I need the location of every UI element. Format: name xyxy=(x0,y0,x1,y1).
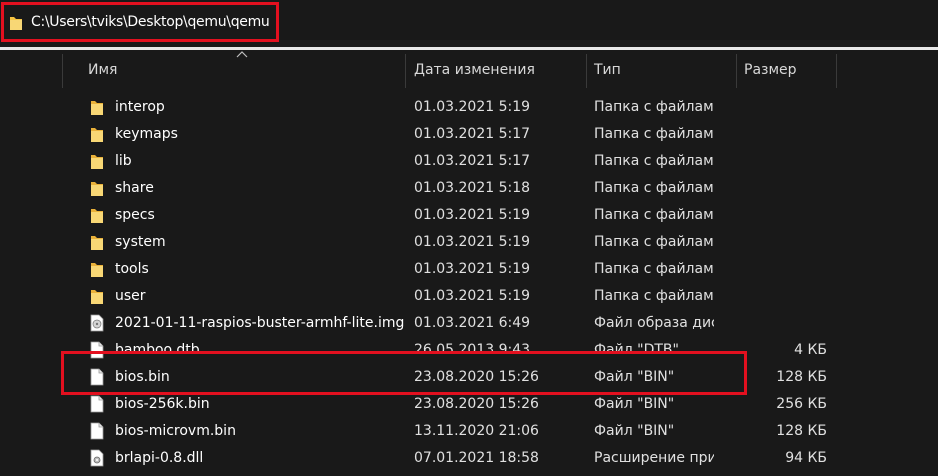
column-separator[interactable] xyxy=(405,54,406,88)
file-date: 01.03.2021 5:18 xyxy=(414,180,531,196)
file-type: Папка с файлами xyxy=(594,99,714,115)
file-name: share xyxy=(115,180,154,196)
file-date: 23.08.2020 15:26 xyxy=(414,396,539,412)
file-size: 256 КБ xyxy=(776,396,827,412)
file-type: Файл "BIN" xyxy=(594,423,675,439)
folder-icon xyxy=(90,260,104,282)
file-name: bios-microvm.bin xyxy=(115,423,236,439)
file-row[interactable]: lib 01.03.2021 5:17 Папка с файлами xyxy=(62,148,938,175)
file-date: 01.03.2021 5:19 xyxy=(414,234,531,250)
column-header-name[interactable]: Имя xyxy=(88,62,117,78)
file-row[interactable]: interop 01.03.2021 5:19 Папка с файлами xyxy=(62,94,938,121)
column-separator[interactable] xyxy=(586,54,587,88)
row-highlight-box xyxy=(61,351,747,395)
address-highlight-box xyxy=(1,2,279,42)
disc-image-icon xyxy=(90,314,104,336)
column-header-size[interactable]: Размер xyxy=(744,62,797,78)
folder-icon xyxy=(90,152,104,174)
navigation-pane-edge xyxy=(0,50,62,476)
folder-icon xyxy=(90,287,104,309)
file-date: 01.03.2021 5:19 xyxy=(414,288,531,304)
file-row[interactable]: user 01.03.2021 5:19 Папка с файлами xyxy=(62,283,938,310)
file-name: user xyxy=(115,288,146,304)
file-name: system xyxy=(115,234,166,250)
file-row[interactable]: 2021-01-11-raspios-buster-armhf-lite.img… xyxy=(62,310,938,337)
column-header-row: Имя Дата изменения Тип Размер xyxy=(0,50,938,88)
file-name: brlapi-0.8.dll xyxy=(115,450,204,466)
file-type: Файл образа диска xyxy=(594,315,714,331)
file-type: Папка с файлами xyxy=(594,261,714,277)
file-type: Расширение при xyxy=(594,450,714,466)
file-list-pane: Имя Дата изменения Тип Размер interop 01.… xyxy=(0,50,938,476)
address-bar[interactable]: C:\Users\tviks\Desktop\qemu\qemu xyxy=(0,0,938,47)
file-name: 2021-01-11-raspios-buster-armhf-lite.img xyxy=(115,315,405,331)
file-name: interop xyxy=(115,99,165,115)
file-icon xyxy=(90,395,104,417)
column-separator[interactable] xyxy=(836,54,837,88)
file-type: Папка с файлами xyxy=(594,126,714,142)
file-date: 01.03.2021 6:49 xyxy=(414,315,531,331)
file-icon xyxy=(90,422,104,444)
folder-icon xyxy=(90,206,104,228)
file-date: 13.11.2020 21:06 xyxy=(414,423,539,439)
file-row[interactable]: tools 01.03.2021 5:19 Папка с файлами xyxy=(62,256,938,283)
file-type: Папка с файлами xyxy=(594,153,714,169)
column-header-date[interactable]: Дата изменения xyxy=(414,62,535,78)
folder-icon xyxy=(90,233,104,255)
column-separator[interactable] xyxy=(736,54,737,88)
file-name: keymaps xyxy=(115,126,178,142)
file-row[interactable]: brlapi-0.8.dll 07.01.2021 18:58 Расширение… xyxy=(62,445,938,472)
file-date: 01.03.2021 5:17 xyxy=(414,126,531,142)
folder-icon xyxy=(90,125,104,147)
column-header-type[interactable]: Тип xyxy=(594,62,621,78)
file-date: 01.03.2021 5:19 xyxy=(414,99,531,115)
file-row[interactable]: share 01.03.2021 5:18 Папка с файлами xyxy=(62,175,938,202)
file-date: 01.03.2021 5:17 xyxy=(414,153,531,169)
file-type: Папка с файлами xyxy=(594,234,714,250)
file-name: tools xyxy=(115,261,149,277)
file-name: lib xyxy=(115,153,132,169)
file-size: 128 КБ xyxy=(776,369,827,385)
dll-file-icon xyxy=(90,449,104,471)
file-row[interactable]: bios-256k.bin 23.08.2020 15:26 Файл "BIN" 2… xyxy=(62,391,938,418)
file-date: 01.03.2021 5:19 xyxy=(414,261,531,277)
sort-ascending-icon xyxy=(236,51,248,58)
column-separator xyxy=(62,54,63,88)
file-type: Файл "BIN" xyxy=(594,396,675,412)
file-name: bios-256k.bin xyxy=(115,396,210,412)
file-size: 128 КБ xyxy=(776,423,827,439)
file-name: specs xyxy=(115,207,155,223)
file-row[interactable]: bios-microvm.bin 13.11.2020 21:06 Файл "BI… xyxy=(62,418,938,445)
folder-icon xyxy=(90,179,104,201)
file-type: Папка с файлами xyxy=(594,288,714,304)
folder-icon xyxy=(90,98,104,120)
file-size: 4 КБ xyxy=(794,342,827,358)
file-date: 07.01.2021 18:58 xyxy=(414,450,539,466)
file-type: Папка с файлами xyxy=(594,207,714,223)
file-size: 94 КБ xyxy=(785,450,827,466)
file-row[interactable]: specs 01.03.2021 5:19 Папка с файлами xyxy=(62,202,938,229)
file-type: Папка с файлами xyxy=(594,180,714,196)
file-row[interactable]: keymaps 01.03.2021 5:17 Папка с файлами xyxy=(62,121,938,148)
file-date: 01.03.2021 5:19 xyxy=(414,207,531,223)
file-row[interactable]: system 01.03.2021 5:19 Папка с файлами xyxy=(62,229,938,256)
